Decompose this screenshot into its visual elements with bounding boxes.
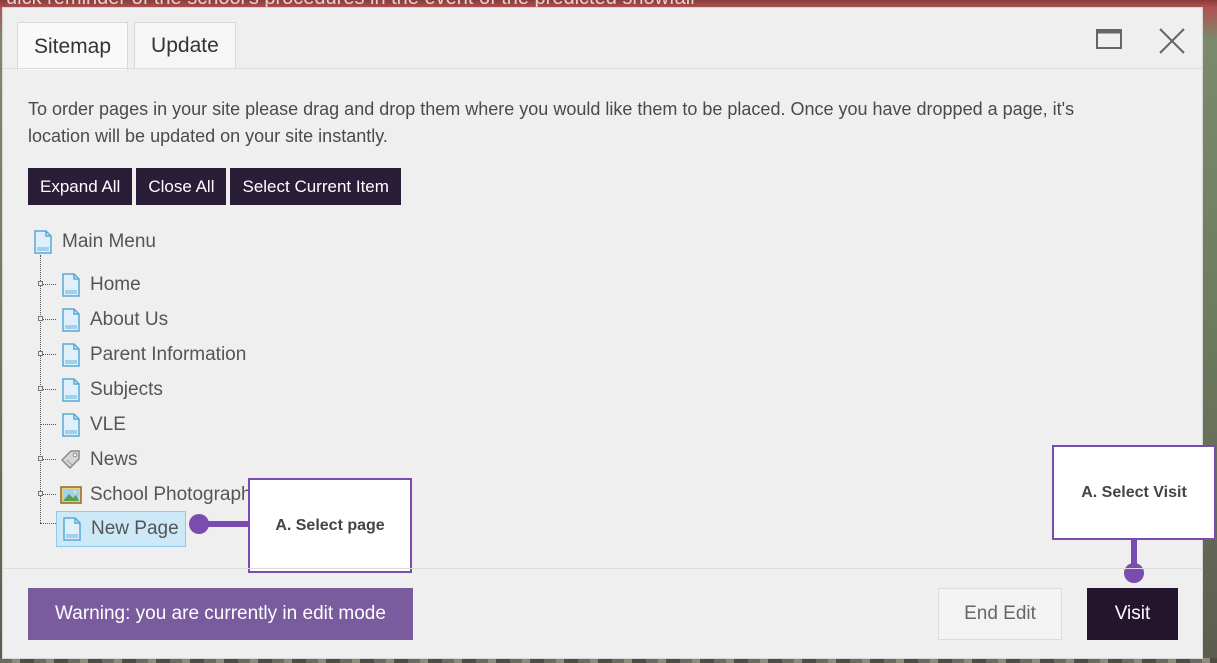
- tab-update[interactable]: Update: [134, 22, 236, 69]
- end-edit-button[interactable]: End Edit: [938, 588, 1062, 640]
- page-icon: [63, 517, 81, 541]
- tree-branch: [40, 424, 56, 425]
- close-icon: [1159, 28, 1185, 54]
- tabbar-divider: [3, 68, 1202, 69]
- tree-node-handle[interactable]: [38, 491, 43, 496]
- page-icon: [62, 343, 80, 367]
- tree-item-school-photograph[interactable]: School Photograph: [56, 480, 258, 510]
- dialog-tabs: Sitemap Update: [17, 22, 242, 70]
- tab-sitemap[interactable]: Sitemap: [17, 22, 129, 70]
- tree-item-label: New Page: [91, 518, 179, 539]
- tree-item-parent-information[interactable]: Parent Information: [56, 340, 252, 370]
- tree-node-handle[interactable]: [38, 456, 43, 461]
- tree-root-label: Main Menu: [62, 231, 156, 252]
- sitemap-dialog: Sitemap Update To order pages in your si…: [2, 7, 1216, 659]
- page-icon: [34, 230, 52, 254]
- tree-item-label: Parent Information: [90, 344, 247, 365]
- close-button[interactable]: [1155, 24, 1189, 58]
- intro-text: To order pages in your site please drag …: [28, 99, 1075, 146]
- page-icon: [62, 378, 80, 402]
- tree-branch: [40, 523, 56, 524]
- tree-item-about-us[interactable]: About Us: [56, 305, 174, 335]
- tree-item-label: About Us: [90, 309, 169, 330]
- tree-root-main-menu[interactable]: Main Menu: [32, 227, 156, 257]
- image-icon: [60, 486, 82, 504]
- tree-toolbar: Expand All Close All Select Current Item: [28, 168, 405, 205]
- tree-node-handle[interactable]: [38, 386, 43, 391]
- close-all-button[interactable]: Close All: [136, 168, 227, 205]
- tree-node-handle[interactable]: [38, 281, 43, 286]
- select-current-item-button[interactable]: Select Current Item: [230, 168, 401, 205]
- maximize-icon: [1096, 29, 1122, 49]
- tree-item-label: Home: [90, 274, 141, 295]
- callout-select-visit: A. Select Visit: [1052, 445, 1216, 540]
- edit-mode-warning: Warning: you are currently in edit mode: [28, 588, 413, 640]
- tree-item-vle[interactable]: VLE: [56, 410, 132, 440]
- tree-item-label: School Photograph: [90, 484, 252, 505]
- tree-item-label: VLE: [90, 414, 126, 435]
- footer-divider: [3, 568, 1202, 569]
- tree-item-subjects[interactable]: Subjects: [56, 375, 169, 405]
- callout-pointer-dot: [1124, 563, 1144, 583]
- tree-item-label: Subjects: [90, 379, 163, 400]
- tree-node-handle[interactable]: [38, 316, 43, 321]
- visit-button[interactable]: Visit: [1087, 588, 1178, 640]
- tree-item-home[interactable]: Home: [56, 270, 147, 300]
- maximize-button[interactable]: [1093, 24, 1127, 58]
- page-icon: [62, 273, 80, 297]
- page-icon: [62, 308, 80, 332]
- tree-item-label: News: [90, 449, 138, 470]
- tree-item-news[interactable]: News: [56, 445, 144, 475]
- tree-item-new-page[interactable]: New Page: [56, 511, 186, 547]
- callout-pointer-line: [203, 521, 249, 527]
- page-icon: [62, 413, 80, 437]
- tag-icon: [60, 450, 80, 470]
- expand-all-button[interactable]: Expand All: [28, 168, 133, 205]
- callout-select-page: A. Select page: [248, 478, 412, 573]
- tree-node-handle[interactable]: [38, 351, 43, 356]
